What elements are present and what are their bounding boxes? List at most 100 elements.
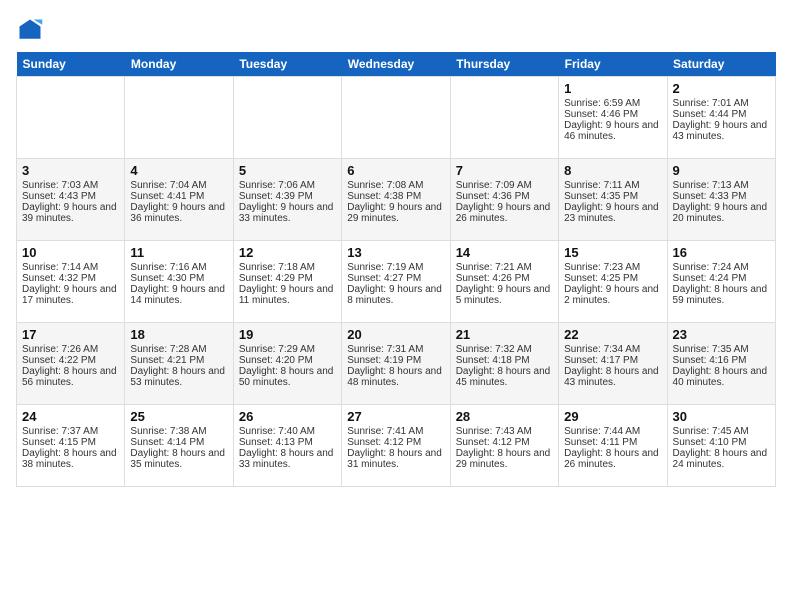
header-cell-sunday: Sunday — [17, 52, 125, 77]
day-info: Sunrise: 7:24 AM — [673, 262, 770, 273]
day-info: Daylight: 8 hours and 50 minutes. — [239, 366, 336, 388]
day-number: 16 — [673, 245, 770, 260]
day-info: Sunrise: 7:35 AM — [673, 344, 770, 355]
page-header — [16, 16, 776, 44]
day-number: 4 — [130, 163, 227, 178]
day-info: Sunrise: 7:40 AM — [239, 426, 336, 437]
day-info: Sunset: 4:19 PM — [347, 355, 444, 366]
day-info: Daylight: 9 hours and 5 minutes. — [456, 284, 553, 306]
day-info: Sunset: 4:29 PM — [239, 273, 336, 284]
calendar-cell: 30 Sunrise: 7:45 AMSunset: 4:10 PMDayligh… — [667, 405, 775, 487]
header-cell-wednesday: Wednesday — [342, 52, 450, 77]
day-info: Sunrise: 7:13 AM — [673, 180, 770, 191]
calendar-cell: 26Sunrise: 7:40 AMSunset: 4:13 PMDayligh… — [233, 405, 341, 487]
day-info: Sunset: 4:46 PM — [564, 109, 661, 120]
calendar-week-row: 10Sunrise: 7:14 AMSunset: 4:32 PMDayligh… — [17, 241, 776, 323]
day-info: Sunrise: 7:44 AM — [564, 426, 661, 437]
day-info: Daylight: 9 hours and 11 minutes. — [239, 284, 336, 306]
calendar-cell: 2Sunrise: 7:01 AMSunset: 4:44 PMDaylight… — [667, 77, 775, 159]
day-info: Daylight: 8 hours and 53 minutes. — [130, 366, 227, 388]
day-info: Sunrise: 7:19 AM — [347, 262, 444, 273]
calendar-cell: 25Sunrise: 7:38 AMSunset: 4:14 PMDayligh… — [125, 405, 233, 487]
day-info: Sunset: 4:10 PM — [673, 437, 770, 448]
day-number: 26 — [239, 409, 336, 424]
day-info: Sunrise: 7:11 AM — [564, 180, 661, 191]
calendar-cell: 9Sunrise: 7:13 AMSunset: 4:33 PMDaylight… — [667, 159, 775, 241]
day-info: Sunset: 4:26 PM — [456, 273, 553, 284]
day-number: 23 — [673, 327, 770, 342]
day-info: Sunrise: 7:14 AM — [22, 262, 119, 273]
calendar-cell — [17, 77, 125, 159]
calendar-cell: 13Sunrise: 7:19 AMSunset: 4:27 PMDayligh… — [342, 241, 450, 323]
day-info: Sunset: 4:12 PM — [456, 437, 553, 448]
calendar-week-row: 17Sunrise: 7:26 AMSunset: 4:22 PMDayligh… — [17, 323, 776, 405]
day-info: Sunset: 4:27 PM — [347, 273, 444, 284]
calendar-cell: 4Sunrise: 7:04 AMSunset: 4:41 PMDaylight… — [125, 159, 233, 241]
day-info: Sunrise: 7:41 AM — [347, 426, 444, 437]
day-number: 30 — [673, 409, 770, 424]
calendar-table: SundayMondayTuesdayWednesdayThursdayFrid… — [16, 52, 776, 487]
day-info: Sunrise: 7:29 AM — [239, 344, 336, 355]
calendar-cell: 19Sunrise: 7:29 AMSunset: 4:20 PMDayligh… — [233, 323, 341, 405]
calendar-week-row: 3Sunrise: 7:03 AMSunset: 4:43 PMDaylight… — [17, 159, 776, 241]
day-info: Sunset: 4:16 PM — [673, 355, 770, 366]
day-info: Daylight: 9 hours and 33 minutes. — [239, 202, 336, 224]
calendar-cell — [233, 77, 341, 159]
day-info: Sunset: 4:43 PM — [22, 191, 119, 202]
day-number: 13 — [347, 245, 444, 260]
day-info: Daylight: 9 hours and 43 minutes. — [673, 120, 770, 142]
day-number: 5 — [239, 163, 336, 178]
day-info: Sunset: 4:22 PM — [22, 355, 119, 366]
calendar-cell: 17 Sunrise: 7:26 AMSunset: 4:22 PMDayligh… — [17, 323, 125, 405]
day-number: 9 — [673, 163, 770, 178]
day-info: Sunrise: 7:45 AM — [673, 426, 770, 437]
calendar-cell: 21Sunrise: 7:32 AMSunset: 4:18 PMDayligh… — [450, 323, 558, 405]
calendar-week-row: 24Sunrise: 7:37 AMSunset: 4:15 PMDayligh… — [17, 405, 776, 487]
day-info: Sunrise: 7:21 AM — [456, 262, 553, 273]
calendar-cell: 12Sunrise: 7:18 AMSunset: 4:29 PMDayligh… — [233, 241, 341, 323]
calendar-cell — [450, 77, 558, 159]
day-info: Daylight: 8 hours and 38 minutes. — [22, 448, 119, 470]
day-number: 18 — [130, 327, 227, 342]
day-info: Daylight: 8 hours and 40 minutes. — [673, 366, 770, 388]
logo — [16, 16, 48, 44]
calendar-cell: 15Sunrise: 7:23 AMSunset: 4:25 PMDayligh… — [559, 241, 667, 323]
day-info: Sunset: 4:12 PM — [347, 437, 444, 448]
calendar-cell: 29Sunrise: 7:44 AMSunset: 4:11 PMDayligh… — [559, 405, 667, 487]
day-info: Sunrise: 6:59 AM — [564, 98, 661, 109]
day-info: Daylight: 8 hours and 35 minutes. — [130, 448, 227, 470]
calendar-cell: 24Sunrise: 7:37 AMSunset: 4:15 PMDayligh… — [17, 405, 125, 487]
header-cell-tuesday: Tuesday — [233, 52, 341, 77]
header-cell-thursday: Thursday — [450, 52, 558, 77]
day-number: 17 — [22, 327, 119, 342]
day-info: Daylight: 9 hours and 20 minutes. — [673, 202, 770, 224]
calendar-cell: 27Sunrise: 7:41 AMSunset: 4:12 PMDayligh… — [342, 405, 450, 487]
day-info: Sunrise: 7:38 AM — [130, 426, 227, 437]
day-info: Sunrise: 7:23 AM — [564, 262, 661, 273]
day-number: 15 — [564, 245, 661, 260]
day-info: Daylight: 9 hours and 46 minutes. — [564, 120, 661, 142]
day-info: Sunset: 4:17 PM — [564, 355, 661, 366]
day-number: 3 — [22, 163, 119, 178]
day-info: Sunrise: 7:43 AM — [456, 426, 553, 437]
day-info: Daylight: 9 hours and 23 minutes. — [564, 202, 661, 224]
day-info: Daylight: 8 hours and 59 minutes. — [673, 284, 770, 306]
day-info: Daylight: 8 hours and 24 minutes. — [673, 448, 770, 470]
day-info: Sunrise: 7:26 AM — [22, 344, 119, 355]
day-info: Sunset: 4:14 PM — [130, 437, 227, 448]
calendar-cell: 7Sunrise: 7:09 AMSunset: 4:36 PMDaylight… — [450, 159, 558, 241]
day-number: 10 — [22, 245, 119, 260]
day-number: 28 — [456, 409, 553, 424]
day-info: Sunrise: 7:04 AM — [130, 180, 227, 191]
calendar-cell: 16Sunrise: 7:24 AMSunset: 4:24 PMDayligh… — [667, 241, 775, 323]
day-number: 12 — [239, 245, 336, 260]
day-info: Sunset: 4:13 PM — [239, 437, 336, 448]
calendar-cell — [342, 77, 450, 159]
day-number: 21 — [456, 327, 553, 342]
calendar-cell: 1Sunrise: 6:59 AMSunset: 4:46 PMDaylight… — [559, 77, 667, 159]
day-number: 29 — [564, 409, 661, 424]
calendar-cell: 10Sunrise: 7:14 AMSunset: 4:32 PMDayligh… — [17, 241, 125, 323]
day-info: Daylight: 8 hours and 56 minutes. — [22, 366, 119, 388]
calendar-cell: 6Sunrise: 7:08 AMSunset: 4:38 PMDaylight… — [342, 159, 450, 241]
day-number: 8 — [564, 163, 661, 178]
